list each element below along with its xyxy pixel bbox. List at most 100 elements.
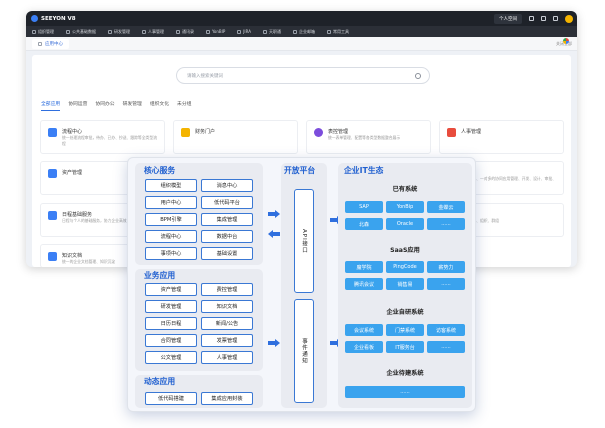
business-panel: 业务应用 资产管理 费控管理 研发管理 知识文档 日历日程 新闻/公告 合同管理…: [135, 269, 263, 371]
business-item: 日历日程: [145, 317, 197, 330]
nav-item[interactable]: JIRA: [237, 29, 251, 34]
dynamic-item: 集成应用封装: [201, 392, 253, 405]
tab-category[interactable]: 协同办公: [95, 100, 114, 111]
nav-label: 公共基础数据: [72, 28, 96, 34]
app-card[interactable]: 表控管理 统一表单管理、配置等各类型数据整合展示: [306, 120, 431, 154]
core-item: 事项中心: [145, 247, 197, 260]
system-pill: 门禁系统: [386, 324, 424, 336]
tab-category[interactable]: 组织文化: [150, 100, 169, 111]
nav-item[interactable]: 公共基础数据: [66, 29, 96, 35]
bell-icon[interactable]: [553, 16, 558, 21]
arrow-right-icon: [268, 339, 280, 347]
system-pill: ......: [427, 218, 465, 230]
system-pill: ......: [345, 386, 465, 398]
cost-icon: [314, 128, 323, 137]
nav-icon: [108, 29, 112, 34]
app-logo[interactable]: SEEYON V8: [31, 15, 76, 22]
portal-button[interactable]: 个人空间: [494, 13, 522, 24]
avatar[interactable]: [565, 14, 573, 23]
open-platform-panel: 开放平台 API接口 事件通知: [281, 163, 327, 408]
nav-icon: [292, 29, 297, 34]
business-item: 知识文档: [201, 300, 253, 313]
app-card[interactable]: 人事管理: [439, 120, 564, 154]
search-placeholder: 请输入搜索关键词: [187, 73, 223, 79]
search-input[interactable]: 请输入搜索关键词: [176, 67, 430, 84]
pending-systems-title: 企业待建系统: [386, 370, 424, 377]
core-title: 核心服务: [144, 166, 176, 175]
nav-item[interactable]: 通讯录: [176, 29, 194, 35]
top-bar: SEEYON V8 个人空间: [26, 11, 577, 26]
system-pill: 北森: [345, 218, 383, 230]
nav-label: 组织管理: [38, 28, 54, 34]
business-item: 公文管理: [145, 351, 197, 364]
core-item: 组织模型: [145, 179, 197, 192]
tab-app-center[interactable]: 应用中心: [32, 38, 69, 49]
saas-title: SaaS应用: [390, 247, 420, 254]
business-item: 发票管理: [201, 334, 253, 347]
system-pill: ......: [427, 278, 465, 290]
it-ecosystem-panel: 企业IT生态 已有系统 SAP YonBip 金蝶云 北森 Oracle ...…: [338, 163, 472, 408]
system-pill: Oracle: [386, 218, 424, 230]
nav-label: YonBIP: [212, 29, 226, 34]
tab-category[interactable]: 未分组: [177, 100, 191, 111]
app-card[interactable]: 流程中心 统一处理流程审批，待办、已办、抄送、跟踪等全类型流程: [40, 120, 165, 154]
existing-systems-title: 已有系统: [392, 186, 418, 193]
tab-all-apps[interactable]: 全部应用: [41, 100, 61, 111]
tab-category[interactable]: 协同运营: [68, 100, 87, 111]
nav-label: 常用工具: [332, 28, 349, 34]
logo-icon: [31, 15, 38, 22]
card-desc: 统一表单管理、配置等各类型数据整合展示: [328, 135, 401, 140]
dynamic-title: 动态应用: [144, 377, 176, 386]
business-item: 研发管理: [145, 300, 197, 313]
card-desc: 统一处理流程审批，待办、已办、抄送、跟踪等全类型流程: [62, 135, 157, 146]
core-item: BPM引擎: [145, 213, 197, 226]
card-title: 人事管理: [461, 129, 482, 135]
arrow-left-icon: [268, 230, 280, 238]
nav-label: 天职通: [268, 28, 281, 34]
nav-item[interactable]: 企业邮箱: [292, 28, 315, 35]
nav-item[interactable]: 常用工具: [326, 28, 349, 35]
core-item: 流程中心: [145, 230, 197, 243]
search-icon[interactable]: [529, 16, 534, 21]
tab-category[interactable]: 研发管理: [123, 100, 142, 111]
assistant-icon[interactable]: [563, 38, 569, 44]
arrow-right-icon: [268, 210, 280, 218]
nav-label: JIRA: [243, 29, 251, 34]
system-pill: 会议系统: [345, 324, 383, 336]
system-pill: 腾讯会议: [345, 278, 383, 290]
dynamic-item: 低代码搭建: [145, 392, 197, 405]
doc-icon: [48, 252, 57, 261]
nav-icon: [176, 29, 180, 34]
system-pill: YonBip: [386, 201, 424, 213]
nav-item[interactable]: 人事管理: [142, 29, 164, 35]
system-pill: PingCode: [386, 261, 424, 273]
nav-label: 企业邮箱: [298, 28, 315, 34]
search-icon[interactable]: [415, 73, 421, 79]
nav-item[interactable]: YonBIP: [206, 29, 225, 34]
system-pill: SAP: [345, 201, 383, 213]
dynamic-panel: 动态应用 低代码搭建 集成应用封装: [135, 375, 263, 408]
card-title: 财务门户: [195, 129, 216, 135]
open-platform-title: 开放平台: [284, 166, 316, 175]
nav-icon: [326, 29, 331, 34]
nav-label: 人事管理: [148, 28, 164, 34]
calendar-icon: [48, 211, 57, 220]
category-tabs: 全部应用 协同运营 协同办公 研发管理 组织文化 未分组: [41, 100, 191, 111]
event-notification: 事件通知: [294, 299, 314, 403]
nav-item[interactable]: 研发管理: [108, 29, 130, 35]
card-title: 表控管理: [328, 129, 349, 135]
card-title: 流程中心: [62, 129, 83, 135]
system-pill: 薪势力: [427, 261, 465, 273]
nav-icon: [32, 29, 36, 34]
system-pill: IT服务台: [386, 341, 424, 353]
app-card[interactable]: 财务门户: [173, 120, 298, 154]
nav-item[interactable]: 天职通: [262, 28, 281, 35]
core-item: 集成管理: [201, 213, 253, 226]
card-title: 资产管理: [62, 170, 83, 176]
finance-icon: [181, 128, 190, 137]
core-item: 数据中台: [201, 230, 253, 243]
grid-icon[interactable]: [541, 16, 546, 21]
card-title: 知识文档: [62, 253, 83, 259]
nav-item[interactable]: 组织管理: [32, 29, 54, 35]
nav-icon: [142, 29, 146, 34]
